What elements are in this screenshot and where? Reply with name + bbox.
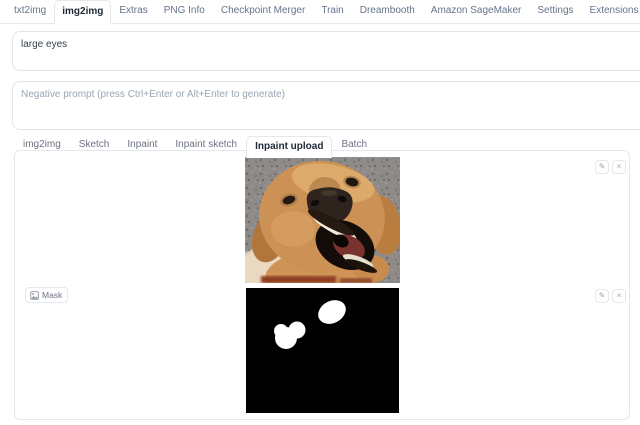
mask-image-upload[interactable] [246,288,399,413]
tab-dreambooth[interactable]: Dreambooth [352,0,423,23]
main-tabbar: txt2img img2img Extras PNG Info Checkpoi… [0,0,640,24]
close-icon: × [616,291,622,300]
clear-image-button[interactable]: × [612,289,626,303]
mask-image [246,288,399,413]
image-icon [30,290,39,300]
subtab-batch[interactable]: Batch [332,134,376,156]
stable-diffusion-webui: txt2img img2img Extras PNG Info Checkpoi… [0,0,640,425]
tab-train[interactable]: Train [313,0,351,23]
mask-label-badge: Mask [25,287,69,303]
tab-img2img[interactable]: img2img [54,0,112,24]
prompt-input[interactable]: large eyes [12,31,640,71]
img2img-mode-tabbar: img2img Sketch Inpaint Inpaint sketch In… [14,134,376,158]
negative-prompt-input[interactable] [12,81,640,130]
tab-txt2img[interactable]: txt2img [6,0,54,23]
tab-settings[interactable]: Settings [529,0,581,23]
tab-extensions[interactable]: Extensions [582,0,640,23]
pencil-icon: ✎ [598,291,606,300]
close-icon: × [616,162,622,171]
subtab-sketch[interactable]: Sketch [70,134,119,156]
clear-image-button[interactable]: × [612,160,626,174]
tab-extras[interactable]: Extras [111,0,155,23]
subtab-inpaint[interactable]: Inpaint [118,134,166,156]
tab-amazon-sagemaker[interactable]: Amazon SageMaker [423,0,530,23]
mask-label: Mask [42,290,63,300]
subtab-inpaint-upload[interactable]: Inpaint upload [246,136,333,158]
mask-image-toolbar: ✎ × [595,289,626,303]
tab-checkpoint-merger[interactable]: Checkpoint Merger [213,0,313,23]
pencil-icon: ✎ [598,162,606,171]
edit-image-button[interactable]: ✎ [595,160,609,174]
inpaint-upload-panel: ✎ × Mask ✎ × [14,150,630,420]
base-image-upload[interactable] [236,157,402,307]
base-image-toolbar: ✎ × [595,160,626,174]
edit-image-button[interactable]: ✎ [595,289,609,303]
subtab-img2img[interactable]: img2img [14,134,70,156]
base-image [236,157,402,307]
subtab-inpaint-sketch[interactable]: Inpaint sketch [166,134,246,156]
tab-png-info[interactable]: PNG Info [156,0,213,23]
